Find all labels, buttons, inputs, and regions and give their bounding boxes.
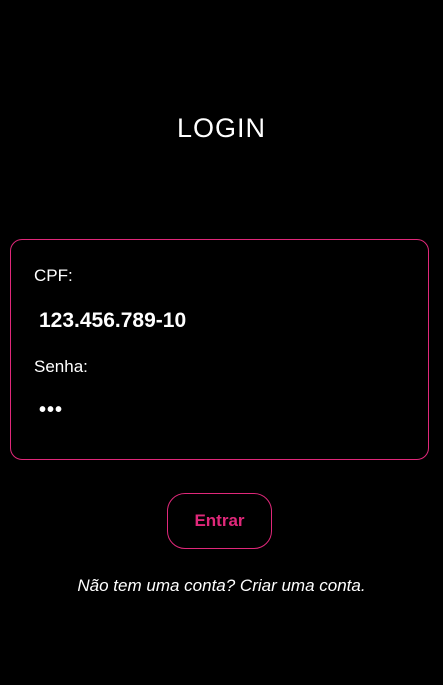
- login-form-card: CPF: Senha:: [10, 239, 429, 460]
- create-account-link[interactable]: Criar uma conta.: [240, 576, 366, 595]
- password-input[interactable]: [33, 393, 403, 427]
- cpf-input[interactable]: [33, 304, 403, 338]
- password-label: Senha:: [34, 357, 88, 376]
- cpf-label: CPF:: [34, 266, 73, 285]
- login-button[interactable]: Entrar: [167, 493, 272, 549]
- signup-prompt-text: Não tem uma conta?: [77, 576, 240, 595]
- signup-prompt: Não tem uma conta? Criar uma conta.: [0, 576, 443, 596]
- page-title: LOGIN: [176, 113, 267, 143]
